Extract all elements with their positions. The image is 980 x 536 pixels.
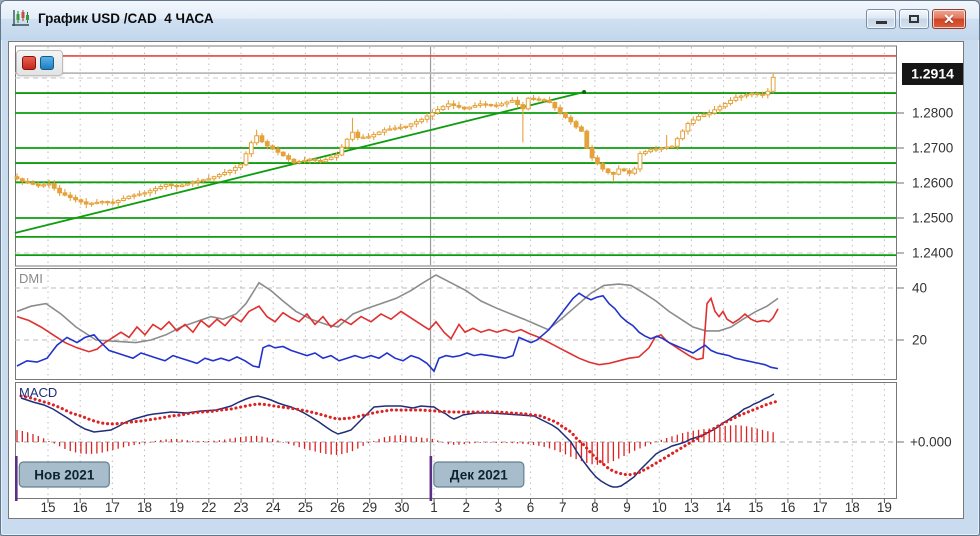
svg-text:10: 10 xyxy=(652,500,667,515)
svg-text:19: 19 xyxy=(877,500,892,515)
minimize-button[interactable] xyxy=(866,9,896,29)
svg-text:1: 1 xyxy=(430,500,438,515)
close-button[interactable]: ✕ xyxy=(932,9,966,29)
svg-text:17: 17 xyxy=(813,500,828,515)
svg-text:1.2914: 1.2914 xyxy=(911,66,954,82)
app-window: График USD /CAD 4 ЧАСА ✕ 15 16 17 18 19 22 23 2… xyxy=(0,0,980,536)
svg-text:6: 6 xyxy=(527,500,535,515)
svg-text:16: 16 xyxy=(780,500,795,515)
window-controls: ✕ xyxy=(866,9,966,29)
svg-text:7: 7 xyxy=(559,500,567,515)
svg-text:20: 20 xyxy=(912,333,927,348)
svg-text:17: 17 xyxy=(105,500,120,515)
maximize-icon xyxy=(909,15,919,23)
svg-text:MACD: MACD xyxy=(19,385,57,400)
svg-text:30: 30 xyxy=(394,500,409,515)
svg-text:22: 22 xyxy=(201,500,216,515)
svg-text:Дек 2021: Дек 2021 xyxy=(450,468,508,483)
svg-text:1.2500: 1.2500 xyxy=(912,211,953,226)
minimize-icon xyxy=(875,20,887,24)
maximize-button[interactable] xyxy=(899,9,929,29)
close-icon: ✕ xyxy=(943,11,955,27)
svg-text:29: 29 xyxy=(362,500,377,515)
svg-text:1.2600: 1.2600 xyxy=(912,176,953,191)
svg-text:19: 19 xyxy=(169,500,184,515)
svg-text:24: 24 xyxy=(266,500,282,515)
chart-app-icon xyxy=(12,10,29,26)
svg-text:16: 16 xyxy=(73,500,88,515)
svg-text:1.2800: 1.2800 xyxy=(912,106,953,121)
svg-text:15: 15 xyxy=(40,500,55,515)
svg-text:40: 40 xyxy=(912,281,927,296)
chart-canvas[interactable]: 15 16 17 18 19 22 23 24 25 26 29 30 1 2 3 6 7 8 9 10 13 14 15 1… xyxy=(8,41,964,519)
svg-text:1.2400: 1.2400 xyxy=(912,246,953,261)
svg-text:Нов 2021: Нов 2021 xyxy=(34,468,95,483)
svg-text:8: 8 xyxy=(591,500,599,515)
svg-text:15: 15 xyxy=(748,500,763,515)
svg-text:18: 18 xyxy=(137,500,152,515)
svg-text:14: 14 xyxy=(716,500,732,515)
svg-text:1.2700: 1.2700 xyxy=(912,141,953,156)
red-marker-button[interactable] xyxy=(22,56,36,70)
svg-text:9: 9 xyxy=(623,500,631,515)
chart-container: 15 16 17 18 19 22 23 24 25 26 29 30 1 2 3 6 7 8 9 10 13 14 15 1… xyxy=(8,41,964,519)
blue-marker-button[interactable] xyxy=(40,56,54,70)
svg-text:25: 25 xyxy=(298,500,313,515)
svg-text:+0.000: +0.000 xyxy=(910,435,952,450)
chart-toolbar xyxy=(16,50,63,76)
svg-text:3: 3 xyxy=(495,500,503,515)
svg-text:13: 13 xyxy=(684,500,699,515)
svg-text:2: 2 xyxy=(462,500,470,515)
macd-label: MACD xyxy=(19,385,57,400)
svg-text:23: 23 xyxy=(234,500,249,515)
svg-text:26: 26 xyxy=(330,500,345,515)
window-title: График USD /CAD 4 ЧАСА xyxy=(38,11,214,26)
svg-text:18: 18 xyxy=(845,500,860,515)
window-titlebar[interactable]: График USD /CAD 4 ЧАСА ✕ xyxy=(1,1,979,40)
current-price-badge: 1.2914 xyxy=(902,63,963,85)
dmi-label: DMI xyxy=(19,271,43,286)
svg-text:DMI: DMI xyxy=(19,271,43,286)
